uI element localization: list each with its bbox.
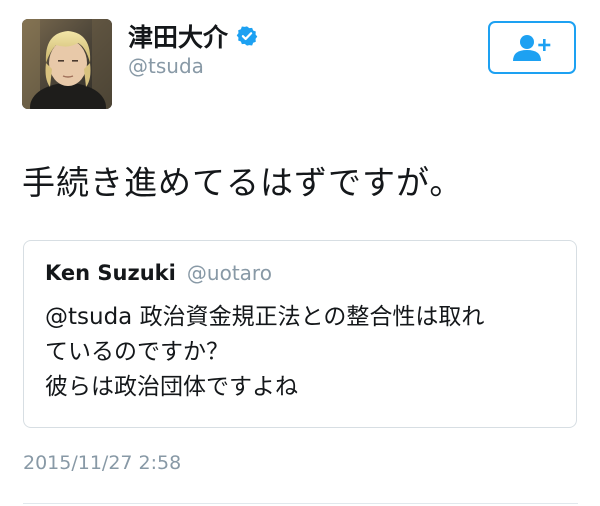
quoted-tweet-line: ているのですか？ — [45, 339, 229, 365]
verified-badge-icon — [236, 25, 258, 47]
add-user-icon — [513, 34, 551, 61]
follow-button[interactable] — [488, 21, 576, 74]
author-display-name[interactable]: 津田大介 — [128, 18, 228, 54]
quoted-tweet[interactable]: Ken Suzuki @uotaro @tsuda 政治資金規正法との整合性は取… — [23, 240, 577, 428]
divider — [23, 503, 578, 504]
avatar[interactable] — [22, 19, 112, 109]
quoted-tweet-line: 彼らは政治団体ですよね — [45, 374, 298, 400]
tweet-text: 手続き進めてるはずですが。 — [22, 163, 464, 202]
tweet-card: 津田大介 @tsuda 手続き進めてるはずですが。 Ken Suzuki @uo… — [0, 0, 600, 506]
quoted-author-name: Ken Suzuki — [45, 261, 176, 285]
quoted-tweet-header: Ken Suzuki @uotaro — [45, 261, 272, 285]
author-name-row: 津田大介 — [128, 18, 258, 54]
author-handle[interactable]: @tsuda — [128, 54, 204, 78]
quoted-tweet-line: @tsuda 政治資金規正法との整合性は取れ — [45, 304, 485, 330]
quoted-author-handle: @uotaro — [186, 261, 272, 285]
tweet-timestamp[interactable]: 2015/11/27 2:58 — [23, 452, 181, 474]
avatar-image — [22, 19, 112, 109]
quoted-tweet-text: @tsuda 政治資金規正法との整合性は取れ ているのですか？ 彼らは政治団体で… — [45, 300, 565, 405]
